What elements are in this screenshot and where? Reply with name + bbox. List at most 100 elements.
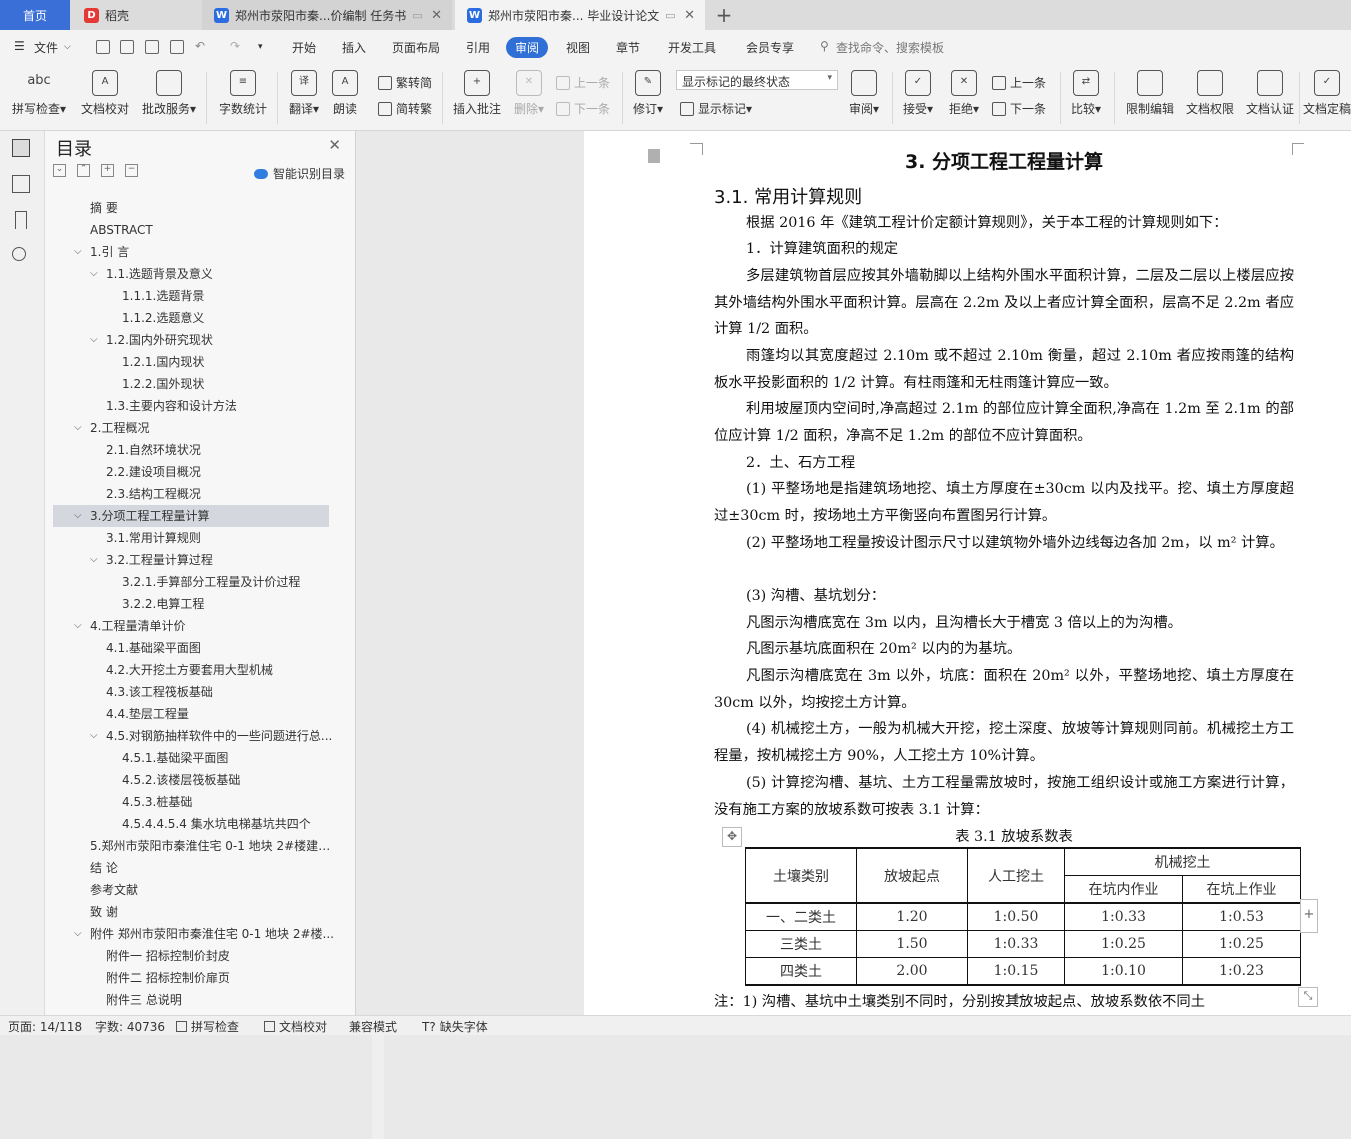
spell-check-button[interactable]: abc 拼写检查▾ xyxy=(8,70,70,117)
compare-button[interactable]: ⇄ 比较▾ xyxy=(1066,70,1106,117)
toc-item[interactable]: 2.3.结构工程概况 xyxy=(90,483,335,505)
doc-finalize-button[interactable]: ✓ 文档定稿 xyxy=(1303,70,1351,117)
reject-button[interactable]: ✕ 拒绝▾ xyxy=(944,70,984,117)
chevron-down-icon[interactable]: ⌵ xyxy=(74,505,82,527)
save-icon[interactable] xyxy=(96,40,110,54)
toc-item[interactable]: 4.5.3.桩基础 xyxy=(106,791,335,813)
tab-document-1[interactable]: W 郑州市荥阳市秦...价编制 任务书 ▭ ✕ xyxy=(202,0,452,30)
toc-item[interactable]: 附件二 招标控制价扉页 xyxy=(90,967,335,989)
menu-start[interactable]: 开始 xyxy=(292,39,316,56)
toc-item[interactable]: 4.2.大开挖土方要套用大型机械 xyxy=(90,659,335,681)
annotation-service-button[interactable]: 批改服务▾ xyxy=(138,70,200,117)
toc-item[interactable]: 摘 要 xyxy=(74,197,335,219)
toc-item[interactable]: ⌵ 3.2.工程量计算过程 xyxy=(90,549,335,571)
export-pdf-icon[interactable] xyxy=(120,40,134,54)
slope-coefficient-table[interactable]: 土壤类别 放坡起点 人工挖土 机械挖土 在坑内作业 在坑上作业 一、二类土 1.… xyxy=(745,847,1301,986)
simp-to-trad-button[interactable]: 简转繁 xyxy=(378,100,432,117)
menu-page-layout[interactable]: 页面布局 xyxy=(392,39,440,56)
toc-item[interactable]: 2.2.建设项目概况 xyxy=(90,461,335,483)
undo-icon[interactable]: ↶ xyxy=(195,39,205,53)
chevron-down-icon[interactable]: ⌵ xyxy=(74,615,82,637)
chevron-down-icon[interactable]: ⌵ xyxy=(90,725,98,747)
toc-item[interactable]: 1.2.2.国外现状 xyxy=(106,373,335,395)
add-row-button[interactable]: + xyxy=(1011,990,1023,1006)
track-changes-button[interactable]: ✎ 修订▾ xyxy=(628,70,668,117)
prev-comment-button[interactable]: 上一条 xyxy=(556,74,610,91)
toc-item[interactable]: ⌵ 3.分项工程工程量计算 xyxy=(74,505,335,527)
word-count-indicator[interactable]: 字数: 40736 xyxy=(95,1018,165,1035)
toc-item[interactable]: 4.3.该工程筏板基础 xyxy=(90,681,335,703)
toc-item[interactable]: ⌵ 附件 郑州市荥阳市秦淮住宅 0-1 地块 2#楼... xyxy=(74,923,335,945)
table-move-handle-icon[interactable]: ✥ xyxy=(722,827,742,847)
menu-view[interactable]: 视图 xyxy=(566,39,590,56)
tab-daoke[interactable]: D 稻壳 xyxy=(72,0,200,30)
page-indicator[interactable]: 页面: 14/118 xyxy=(8,1018,82,1035)
status-proofread[interactable]: 文档校对 xyxy=(264,1018,327,1035)
toc-item[interactable]: 附件三 总说明 xyxy=(90,989,335,1011)
chevron-down-icon[interactable]: ⌵ xyxy=(74,923,82,945)
expand-up-icon[interactable]: ⌃ xyxy=(77,164,90,177)
remove-heading-icon[interactable]: − xyxy=(125,164,138,177)
translate-button[interactable]: 译 翻译▾ xyxy=(284,70,324,117)
add-column-button[interactable]: + xyxy=(1300,899,1318,933)
chevron-down-icon[interactable]: ⌵ xyxy=(74,241,82,263)
show-markup-button[interactable]: 显示标记 ▾ xyxy=(680,100,752,117)
toc-item[interactable]: 5.郑州市荥阳市秦淮住宅 0-1 地块 2#楼建筑... xyxy=(74,835,335,857)
close-icon[interactable]: ✕ xyxy=(328,136,341,154)
chevron-down-icon[interactable]: ⌵ xyxy=(90,263,98,285)
menu-insert[interactable]: 插入 xyxy=(342,39,366,56)
trad-to-simp-button[interactable]: 繁转简 xyxy=(378,74,432,91)
search-icon[interactable] xyxy=(12,247,26,261)
file-menu[interactable]: 文件 xyxy=(34,39,58,56)
menu-member[interactable]: 会员专享 xyxy=(746,39,794,56)
toc-item[interactable]: 4.5.1.基础梁平面图 xyxy=(106,747,335,769)
doc-proofread-button[interactable]: A 文档校对 xyxy=(76,70,134,117)
toc-item[interactable]: 结 论 xyxy=(74,857,335,879)
insert-comment-button[interactable]: + 插入批注 xyxy=(450,70,504,117)
command-search[interactable]: 查找命令、搜索模板 xyxy=(836,39,944,56)
hamburger-icon[interactable]: ☰ xyxy=(14,39,25,53)
menu-review[interactable]: 审阅 xyxy=(506,37,549,58)
doc-permission-button[interactable]: 文档权限 xyxy=(1182,70,1238,117)
toc-item[interactable]: 3.2.2.电算工程 xyxy=(106,593,335,615)
doc-auth-button[interactable]: 文档认证 xyxy=(1242,70,1298,117)
next-change-button[interactable]: 下一条 xyxy=(992,100,1046,117)
review-pane-button[interactable]: 审阅▾ xyxy=(844,70,884,117)
page-format-icon[interactable] xyxy=(648,149,660,163)
toc-item[interactable]: 致 谢 xyxy=(74,901,335,923)
bookmark-icon[interactable] xyxy=(15,211,27,229)
accept-button[interactable]: ✓ 接受▾ xyxy=(898,70,938,117)
print-preview-icon[interactable] xyxy=(170,40,184,54)
toc-item[interactable]: 4.5.4.4.5.4 集水坑电梯基坑共四个 xyxy=(106,813,335,835)
chevron-down-icon[interactable]: ⌵ xyxy=(74,417,82,439)
missing-font-indicator[interactable]: T? 缺失字体 xyxy=(422,1018,488,1035)
smart-toc-button[interactable]: 智能识别目录 xyxy=(253,165,345,182)
toc-item[interactable]: ⌵ 1.1.选题背景及意义 xyxy=(90,263,335,285)
close-tab-icon[interactable]: ✕ xyxy=(431,8,442,23)
read-aloud-button[interactable]: A 朗读 xyxy=(328,70,362,117)
toc-item[interactable]: 4.5.2.该楼层筏板基础 xyxy=(106,769,335,791)
toc-item[interactable]: ⌵ 1.2.国内外研究现状 xyxy=(90,329,335,351)
markup-display-select[interactable]: 显示标记的最终状态 ▾ xyxy=(676,70,838,90)
toc-item[interactable]: 2.1.自然环境状况 xyxy=(90,439,335,461)
toc-item[interactable]: ⌵ 4.工程量清单计价 xyxy=(74,615,335,637)
toc-item[interactable]: ⌵ 2.工程概况 xyxy=(74,417,335,439)
toc-item[interactable]: 附件一 招标控制价封皮 xyxy=(90,945,335,967)
collapse-all-icon[interactable]: ⌄ xyxy=(53,164,66,177)
status-spell-check[interactable]: 拼写检查 xyxy=(176,1018,239,1035)
chevron-down-icon[interactable]: ⌵ xyxy=(90,329,98,351)
toc-item[interactable]: ABSTRACT xyxy=(74,219,335,241)
quick-access-dropdown-icon[interactable]: ▾ xyxy=(258,42,263,52)
menu-chapter[interactable]: 章节 xyxy=(616,39,640,56)
table-resize-icon[interactable]: ⤡ xyxy=(1298,987,1318,1007)
toc-item[interactable]: 1.3.主要内容和设计方法 xyxy=(90,395,335,417)
toc-panel-icon[interactable] xyxy=(12,139,30,157)
toc-item[interactable]: 4.1.基础梁平面图 xyxy=(90,637,335,659)
toc-item[interactable]: 4.4.垫层工程量 xyxy=(90,703,335,725)
toc-item[interactable]: 1.1.1.选题背景 xyxy=(106,285,335,307)
restrict-edit-button[interactable]: 限制编辑 xyxy=(1122,70,1178,117)
menu-developer[interactable]: 开发工具 xyxy=(668,39,716,56)
close-tab-icon[interactable]: ✕ xyxy=(684,8,695,23)
compat-mode[interactable]: 兼容模式 xyxy=(349,1018,397,1035)
redo-icon[interactable]: ↷ xyxy=(230,39,240,53)
